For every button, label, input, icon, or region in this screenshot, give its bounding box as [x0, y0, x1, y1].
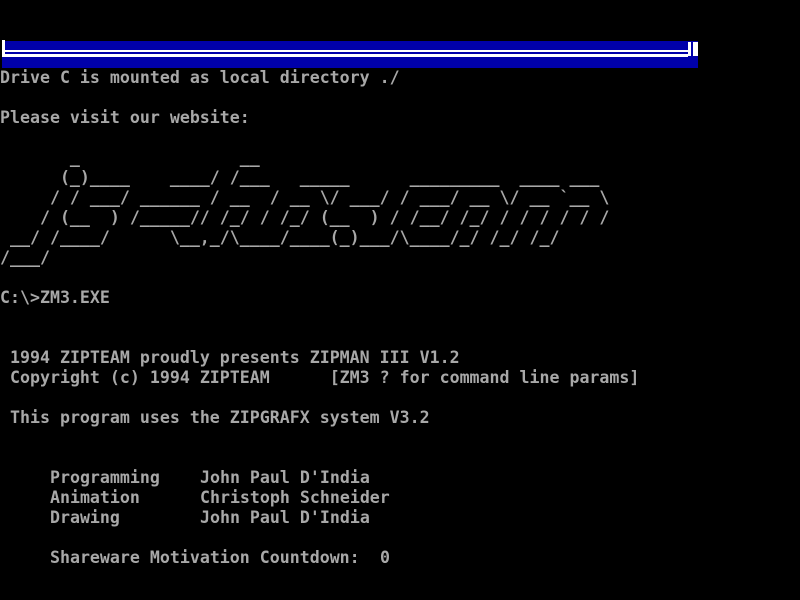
credit-row: DrawingJohn Paul D'India: [10, 488, 370, 508]
logo-line: / / ___/ ______ / __ / __ \/ ___/ / ___/…: [0, 188, 609, 208]
loading-bar-frame-right-outer: [693, 42, 698, 56]
command-prompt-line: C:\>ZM3.EXE: [0, 288, 110, 308]
mount-message: Drive C is mounted as local directory ./: [0, 68, 400, 88]
dos-terminal-screen[interactable]: Drive C is mounted as local directory ./…: [0, 0, 800, 600]
zipgrafx-line: This program uses the ZIPGRAFX system V3…: [10, 408, 430, 428]
credit-name: John Paul D'India: [200, 508, 370, 527]
logo-line: /___/: [0, 248, 609, 268]
copyright-line: Copyright (c) 1994 ZIPTEAM [ZM3 ? for co…: [10, 368, 639, 388]
logo-line: / (__ ) /_____// /_/ / /_/ (__ ) / /__/ …: [0, 208, 609, 228]
countdown-line: Shareware Motivation Countdown:0: [10, 528, 390, 548]
loading-bar-frame-right-inner: [688, 42, 691, 56]
credit-row: AnimationChristoph Schneider: [10, 468, 390, 488]
credit-row: ProgrammingJohn Paul D'India: [10, 448, 370, 468]
loading-bar-frame-line-top: [5, 50, 688, 52]
website-message: Please visit our website:: [0, 108, 250, 128]
loading-bar-frame-line-bottom: [5, 54, 688, 57]
jsdos-ascii-logo: _ __ (_)____ ____/ /___ _____ _________ …: [0, 148, 609, 268]
logo-line: (_)____ ____/ /___ _____ _________ ____ …: [0, 168, 609, 188]
credit-role: Drawing: [50, 508, 200, 528]
countdown-label: Shareware Motivation Countdown:: [50, 548, 380, 568]
presents-line: 1994 ZIPTEAM proudly presents ZIPMAN III…: [10, 348, 460, 368]
logo-line: _ __: [0, 148, 609, 168]
countdown-value: 0: [380, 548, 390, 567]
logo-line: __/ /____/ \__,_/\____/____(_)___/\____/…: [0, 228, 609, 248]
